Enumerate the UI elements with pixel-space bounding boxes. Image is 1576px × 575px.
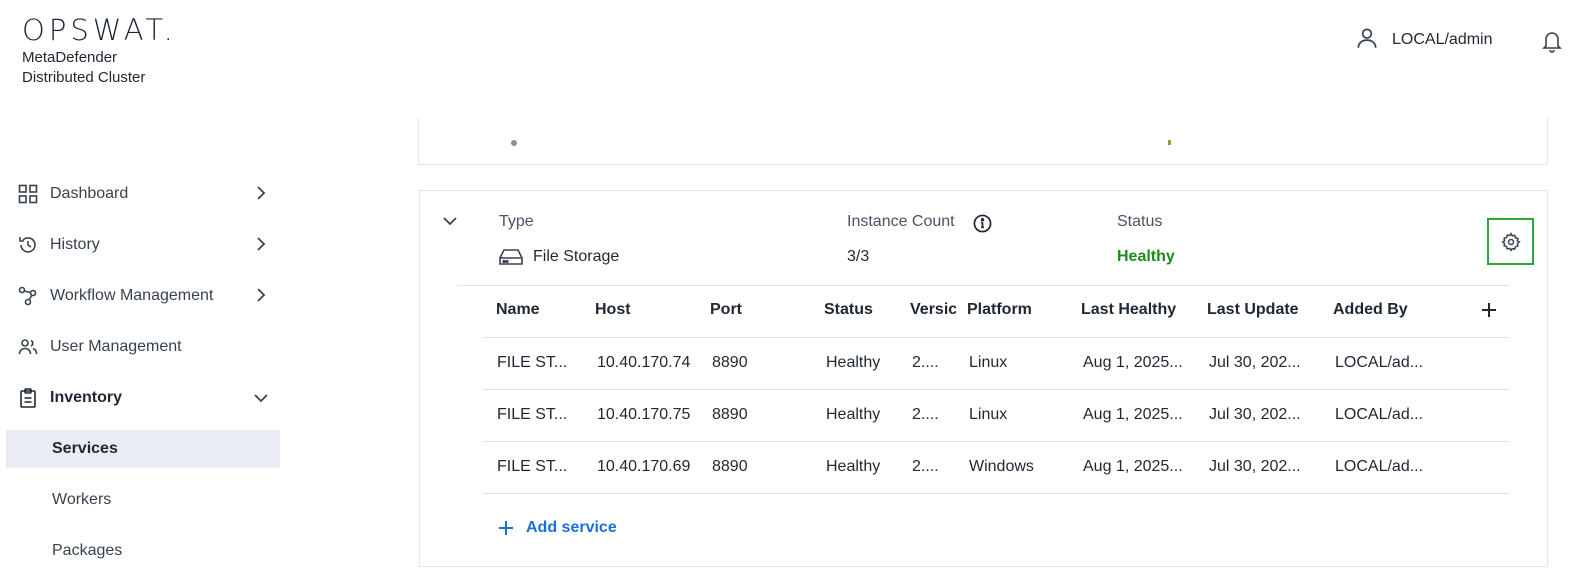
sidebar-item-history[interactable]: History xyxy=(0,219,280,270)
add-column-button[interactable] xyxy=(1480,301,1498,319)
cell-status: Healthy xyxy=(826,354,881,371)
status-badge: Healthy xyxy=(1117,248,1175,265)
info-icon[interactable] xyxy=(973,214,992,238)
services-table-header: Name Host Port Status Versic Platform La… xyxy=(483,286,1509,338)
history-icon xyxy=(18,235,38,255)
column-header-platform[interactable]: Platform xyxy=(967,301,1032,319)
type-value-text: File Storage xyxy=(533,248,620,265)
cell-host: 10.40.170.74 xyxy=(597,354,691,371)
user-menu[interactable]: LOCAL/admin xyxy=(1354,26,1493,54)
sidebar-item-label: Dashboard xyxy=(50,184,129,202)
chevron-down-icon xyxy=(254,391,268,409)
table-row[interactable]: FILE ST... 10.40.170.74 8890 Healthy 2..… xyxy=(483,338,1509,390)
sidebar-subitem-packages[interactable]: Packages xyxy=(0,525,280,575)
plus-icon xyxy=(498,520,514,536)
instance-count-value: 3/3 xyxy=(847,248,870,265)
type-value: File Storage xyxy=(499,247,619,267)
grid-icon xyxy=(18,184,38,204)
product-name-line2: Distributed Cluster xyxy=(22,69,146,86)
cell-status: Healthy xyxy=(826,406,881,423)
gear-icon xyxy=(1500,231,1521,252)
cell-last-healthy: Aug 1, 2025... xyxy=(1083,406,1183,423)
cell-last-healthy: Aug 1, 2025... xyxy=(1083,458,1183,475)
sidebar-item-workflow-management[interactable]: Workflow Management xyxy=(0,270,280,321)
column-header-port[interactable]: Port xyxy=(710,301,742,319)
sidebar: Dashboard History Workflow Management Us… xyxy=(0,168,280,575)
product-name-line1: MetaDefender xyxy=(22,49,118,66)
column-header-host[interactable]: Host xyxy=(595,301,631,319)
cell-version: 2.... xyxy=(912,458,939,475)
users-icon xyxy=(18,337,38,357)
type-label: Type xyxy=(499,213,534,230)
sidebar-item-dashboard[interactable]: Dashboard xyxy=(0,168,280,219)
sidebar-item-inventory[interactable]: Inventory xyxy=(0,372,280,423)
cell-version: 2.... xyxy=(912,406,939,423)
workflow-icon xyxy=(18,286,38,306)
cell-last-update: Jul 30, 202... xyxy=(1209,354,1301,371)
cell-version: 2.... xyxy=(912,354,939,371)
table-row[interactable]: FILE ST... 10.40.170.69 8890 Healthy 2..… xyxy=(483,442,1509,494)
cell-host: 10.40.170.75 xyxy=(597,406,691,423)
truncated-status-mark xyxy=(1168,140,1171,145)
cell-port: 8890 xyxy=(712,458,748,475)
cell-last-update: Jul 30, 202... xyxy=(1209,406,1301,423)
column-header-version[interactable]: Versic xyxy=(910,301,956,319)
clipboard-icon xyxy=(18,387,38,408)
table-row[interactable]: FILE ST... 10.40.170.75 8890 Healthy 2..… xyxy=(483,390,1509,442)
chevron-right-icon xyxy=(255,237,267,256)
cell-host: 10.40.170.69 xyxy=(597,458,691,475)
chevron-down-icon[interactable] xyxy=(442,214,458,233)
cell-port: 8890 xyxy=(712,354,748,371)
add-service-button[interactable]: Add service xyxy=(498,519,617,537)
user-icon xyxy=(1354,25,1380,56)
add-service-label: Add service xyxy=(526,519,617,536)
cell-last-healthy: Aug 1, 2025... xyxy=(1083,354,1183,371)
opswat-logo: OPSWAT. xyxy=(22,13,177,47)
cell-added-by: LOCAL/ad... xyxy=(1335,458,1424,475)
chevron-right-icon xyxy=(255,186,267,205)
plus-icon xyxy=(1480,301,1498,319)
status-label: Status xyxy=(1117,213,1163,230)
hard-drive-icon xyxy=(499,247,523,267)
settings-button[interactable] xyxy=(1487,218,1534,265)
cell-status: Healthy xyxy=(826,458,881,475)
column-header-status[interactable]: Status xyxy=(824,301,873,319)
cell-added-by: LOCAL/ad... xyxy=(1335,406,1424,423)
cell-port: 8890 xyxy=(712,406,748,423)
column-header-last-update[interactable]: Last Update xyxy=(1207,301,1299,319)
column-header-added-by[interactable]: Added By xyxy=(1333,301,1408,319)
column-header-last-healthy[interactable]: Last Healthy xyxy=(1081,301,1176,319)
cell-name: FILE ST... xyxy=(497,406,568,423)
sidebar-subitem-services[interactable]: Services xyxy=(6,430,280,468)
cell-name: FILE ST... xyxy=(497,458,568,475)
cell-name: FILE ST... xyxy=(497,354,568,371)
sidebar-item-label: Workflow Management xyxy=(50,286,214,304)
sidebar-item-user-management[interactable]: User Management xyxy=(0,321,280,372)
sidebar-item-label: History xyxy=(50,235,100,253)
bell-icon[interactable] xyxy=(1540,28,1564,59)
user-name: LOCAL/admin xyxy=(1392,31,1493,48)
sidebar-subitem-workers[interactable]: Workers xyxy=(0,474,280,525)
cell-last-update: Jul 30, 202... xyxy=(1209,458,1301,475)
brand[interactable]: OPSWAT. MetaDefender Distributed Cluster xyxy=(22,14,177,88)
instance-count-label: Instance Count xyxy=(847,213,955,230)
sidebar-item-label: Inventory xyxy=(50,388,123,406)
column-header-name[interactable]: Name xyxy=(496,301,540,319)
truncated-icon xyxy=(511,140,517,146)
sidebar-item-label: User Management xyxy=(50,337,182,355)
cell-added-by: LOCAL/ad... xyxy=(1335,354,1424,371)
service-group-panel-previous xyxy=(418,118,1548,165)
cell-platform: Linux xyxy=(969,354,1008,371)
cell-platform: Windows xyxy=(969,458,1034,475)
chevron-right-icon xyxy=(255,288,267,307)
cell-platform: Linux xyxy=(969,406,1008,423)
